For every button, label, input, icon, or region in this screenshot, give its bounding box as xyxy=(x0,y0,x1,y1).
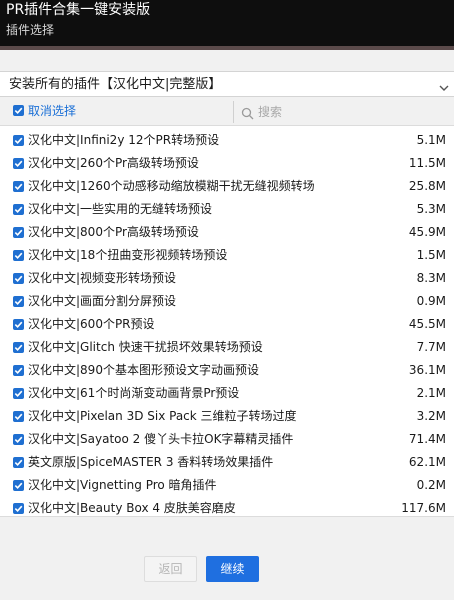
item-checkbox[interactable] xyxy=(13,342,24,353)
item-size: 5.1M xyxy=(416,133,446,147)
item-size: 1.5M xyxy=(416,248,446,262)
item-checkbox[interactable] xyxy=(13,365,24,376)
item-size: 0.9M xyxy=(416,294,446,308)
item-checkbox[interactable] xyxy=(13,388,24,399)
continue-button[interactable]: 继续 xyxy=(206,556,259,582)
plugin-list: 汉化中文|Infini2y 12个PR转场预设 5.1M 汉化中文|260个Pr… xyxy=(0,125,454,517)
list-item[interactable]: 汉化中文|Vignetting Pro 暗角插件 0.2M xyxy=(0,474,454,497)
title-bar: PR插件合集一键安装版 插件选择 xyxy=(0,0,454,46)
item-checkbox[interactable] xyxy=(13,457,24,468)
list-item[interactable]: 汉化中文|600个PR预设 45.5M xyxy=(0,313,454,336)
item-name: 汉化中文|Glitch 快速干扰损坏效果转场预设 xyxy=(28,340,263,354)
item-size: 62.1M xyxy=(408,455,446,469)
preset-selected-value: 安装所有的插件【汉化中文|完整版】 xyxy=(9,77,222,92)
item-checkbox[interactable] xyxy=(13,434,24,445)
item-checkbox[interactable] xyxy=(13,135,24,146)
item-name: 汉化中文|Sayatoo 2 傻丫头卡拉OK字幕精灵插件 xyxy=(28,432,294,446)
item-name: 汉化中文|视频变形转场预设 xyxy=(28,271,177,285)
item-name: 汉化中文|Vignetting Pro 暗角插件 xyxy=(28,478,217,492)
item-name: 汉化中文|18个扭曲变形视频转场预设 xyxy=(28,248,228,262)
list-item[interactable]: 汉化中文|一些实用的无缝转场预设 5.3M xyxy=(0,198,454,221)
item-checkbox[interactable] xyxy=(13,181,24,192)
item-checkbox[interactable] xyxy=(13,296,24,307)
chevron-down-icon xyxy=(438,79,450,91)
item-checkbox[interactable] xyxy=(13,319,24,330)
item-size: 7.7M xyxy=(416,340,446,354)
list-item[interactable]: 汉化中文|Glitch 快速干扰损坏效果转场预设 7.7M xyxy=(0,336,454,359)
list-item[interactable]: 汉化中文|Sayatoo 2 傻丫头卡拉OK字幕精灵插件 71.4M xyxy=(0,428,454,451)
item-name: 汉化中文|Infini2y 12个PR转场预设 xyxy=(28,133,220,147)
item-name: 汉化中文|画面分割分屏预设 xyxy=(28,294,177,308)
window-title: PR插件合集一键安装版 xyxy=(6,2,151,18)
title-divider xyxy=(0,46,454,50)
item-name: 英文原版|SpiceMASTER 3 香料转场效果插件 xyxy=(28,455,274,469)
item-checkbox[interactable] xyxy=(13,158,24,169)
list-item[interactable]: 汉化中文|800个Pr高级转场预设 45.9M xyxy=(0,221,454,244)
item-name: 汉化中文|61个时尚渐变动画背景Pr预设 xyxy=(28,386,240,400)
item-size: 0.2M xyxy=(416,478,446,492)
list-item[interactable]: 汉化中文|视频变形转场预设 8.3M xyxy=(0,267,454,290)
item-size: 11.5M xyxy=(408,156,446,170)
select-all-checkbox[interactable] xyxy=(13,105,24,116)
list-item[interactable]: 汉化中文|18个扭曲变形视频转场预设 1.5M xyxy=(0,244,454,267)
item-name: 汉化中文|800个Pr高级转场预设 xyxy=(28,225,199,239)
item-size: 3.2M xyxy=(416,409,446,423)
search-icon xyxy=(241,105,254,120)
back-button[interactable]: 返回 xyxy=(144,556,197,582)
item-size: 36.1M xyxy=(408,363,446,377)
item-name: 汉化中文|890个基本图形预设文字动画预设 xyxy=(28,363,259,377)
item-checkbox[interactable] xyxy=(13,273,24,284)
item-name: 汉化中文|Pixelan 3D Six Pack 三维粒子转场过度 xyxy=(28,409,297,423)
list-item[interactable]: 汉化中文|Pixelan 3D Six Pack 三维粒子转场过度 3.2M xyxy=(0,405,454,428)
list-item[interactable]: 汉化中文|Infini2y 12个PR转场预设 5.1M xyxy=(0,129,454,152)
item-checkbox[interactable] xyxy=(13,250,24,261)
item-checkbox[interactable] xyxy=(13,480,24,491)
preset-dropdown[interactable]: 安装所有的插件【汉化中文|完整版】 xyxy=(0,71,454,97)
item-checkbox[interactable] xyxy=(13,503,24,514)
item-size: 71.4M xyxy=(408,432,446,446)
item-name: 汉化中文|一些实用的无缝转场预设 xyxy=(28,202,213,216)
item-size: 8.3M xyxy=(416,271,446,285)
list-item[interactable]: 汉化中文|画面分割分屏预设 0.9M xyxy=(0,290,454,313)
item-size: 45.9M xyxy=(408,225,446,239)
list-item[interactable]: 汉化中文|260个Pr高级转场预设 11.5M xyxy=(0,152,454,175)
list-item[interactable]: 英文原版|SpiceMASTER 3 香料转场效果插件 62.1M xyxy=(0,451,454,474)
item-size: 5.3M xyxy=(416,202,446,216)
list-item[interactable]: 汉化中文|Beauty Box 4 皮肤美容磨皮 117.6M xyxy=(0,497,454,520)
item-name: 汉化中文|1260个动感移动缩放模糊干扰无缝视频转场 xyxy=(28,179,315,193)
list-item[interactable]: 汉化中文|61个时尚渐变动画背景Pr预设 2.1M xyxy=(0,382,454,405)
item-checkbox[interactable] xyxy=(13,411,24,422)
item-size: 25.8M xyxy=(408,179,446,193)
item-name: 汉化中文|260个Pr高级转场预设 xyxy=(28,156,199,170)
toolbar-divider xyxy=(233,101,234,123)
item-name: 汉化中文|Beauty Box 4 皮肤美容磨皮 xyxy=(28,501,236,515)
list-item[interactable]: 汉化中文|1260个动感移动缩放模糊干扰无缝视频转场 25.8M xyxy=(0,175,454,198)
page-subtitle: 插件选择 xyxy=(6,23,55,37)
item-checkbox[interactable] xyxy=(13,227,24,238)
item-size: 45.5M xyxy=(408,317,446,331)
item-checkbox[interactable] xyxy=(13,204,24,215)
item-size: 117.6M xyxy=(401,501,446,515)
selection-toolbar: 取消选择 xyxy=(0,99,454,125)
list-item[interactable]: 汉化中文|890个基本图形预设文字动画预设 36.1M xyxy=(0,359,454,382)
item-size: 2.1M xyxy=(416,386,446,400)
item-name: 汉化中文|600个PR预设 xyxy=(28,317,155,331)
search-input[interactable] xyxy=(258,102,448,122)
deselect-all-link[interactable]: 取消选择 xyxy=(28,103,76,119)
